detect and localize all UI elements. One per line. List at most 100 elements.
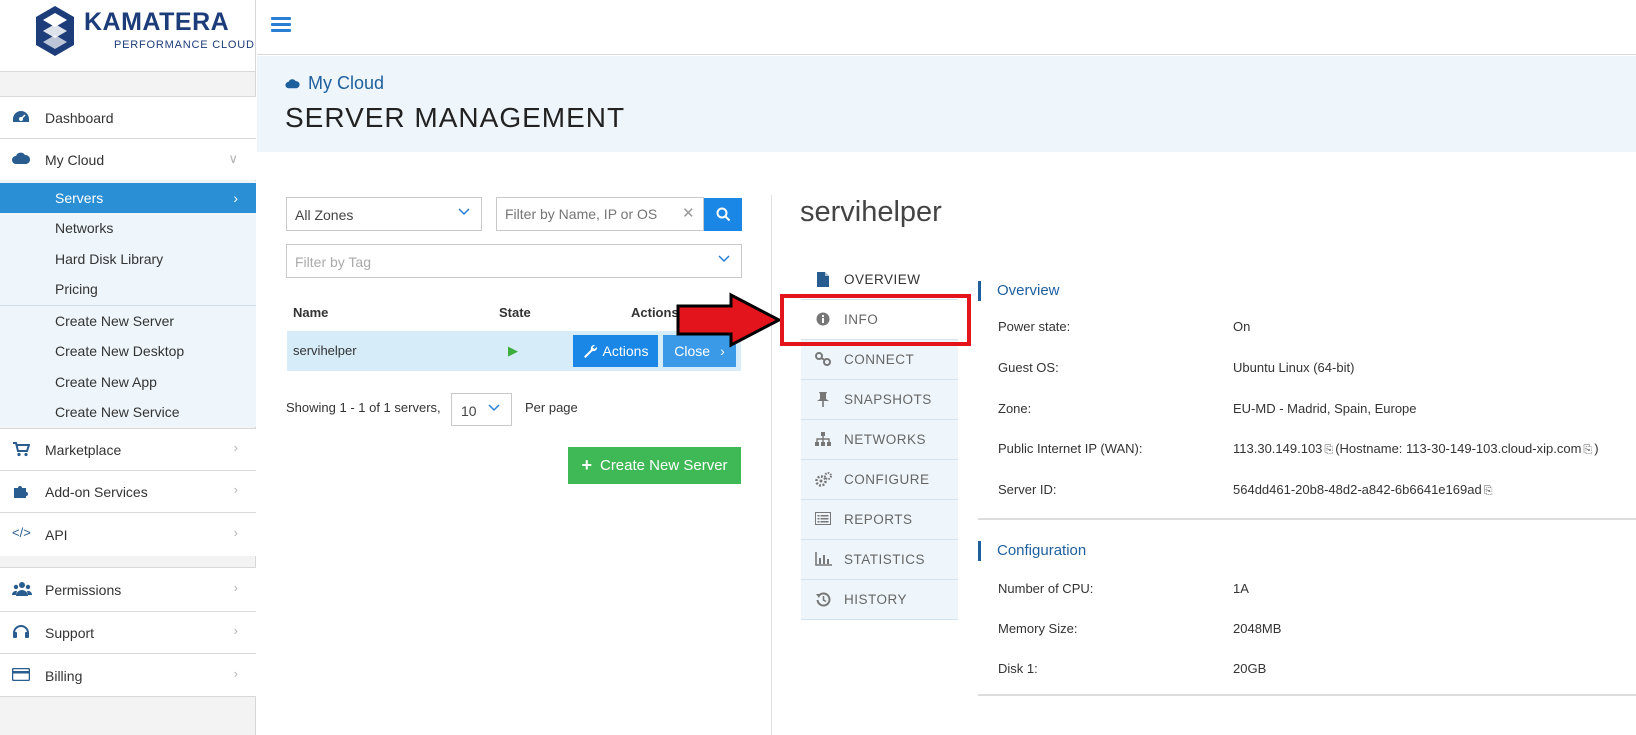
cart-icon — [12, 441, 31, 460]
sidebar-item-hard-disk-library[interactable]: Hard Disk Library — [0, 244, 256, 274]
tab-label: CONFIGURE — [844, 472, 930, 487]
divider — [978, 694, 1636, 696]
running-state-icon: ▶ — [508, 343, 518, 358]
sidebar-item-label: Marketplace — [45, 442, 122, 458]
page-title: SERVER MANAGEMENT — [285, 102, 626, 133]
cloud-icon — [285, 76, 300, 92]
copy-icon[interactable]: ⎘ — [1324, 444, 1333, 457]
code-icon: </> — [12, 525, 31, 540]
guest-os-value: Ubuntu Linux (64-bit) — [1233, 360, 1355, 375]
tab-history[interactable]: HISTORY — [801, 580, 958, 620]
sidebar-item-label: Servers — [55, 190, 104, 206]
highlight-box — [780, 294, 971, 346]
tab-label: NETWORKS — [844, 432, 927, 447]
link-icon — [815, 352, 831, 369]
pagination-summary: Showing 1 - 1 of 1 servers, — [286, 400, 441, 415]
sidebar-item-label: My Cloud — [45, 152, 105, 168]
chevron-right-icon: › — [233, 525, 238, 540]
divider — [771, 195, 772, 735]
search-button[interactable] — [704, 198, 742, 231]
per-page-label: Per page — [525, 400, 578, 415]
hamburger-menu-icon[interactable] — [271, 17, 291, 33]
server-id-value: 564dd461-20b8-48d2-a842-6b6641e169ad ⎘ — [1233, 482, 1495, 498]
memory-value: 2048MB — [1233, 621, 1282, 636]
sidebar-item-create-new-app[interactable]: Create New App — [0, 367, 256, 397]
copy-icon[interactable]: ⎘ — [1583, 444, 1592, 457]
sidebar-item-billing[interactable]: Billing › — [0, 653, 256, 697]
breadcrumb[interactable]: My Cloud — [285, 73, 384, 94]
tab-statistics[interactable]: STATISTICS — [801, 540, 958, 580]
sidebar-item-dashboard[interactable]: Dashboard — [0, 96, 256, 138]
sidebar-item-label: Pricing — [55, 281, 98, 297]
sidebar-item-label: Create New App — [55, 374, 157, 390]
tab-configure[interactable]: CONFIGURE — [801, 460, 958, 500]
zone-value: EU-MD - Madrid, Spain, Europe — [1233, 401, 1417, 416]
sidebar-item-add-on-services[interactable]: Add-on Services › — [0, 470, 256, 512]
sidebar-item-label: Create New Server — [55, 313, 175, 329]
sidebar-item-networks[interactable]: Networks — [0, 213, 256, 243]
sidebar-item-label: Dashboard — [45, 110, 114, 126]
column-header-actions: Actions — [631, 305, 679, 320]
chevron-right-icon: › — [233, 440, 238, 455]
tab-label: OVERVIEW — [844, 272, 921, 287]
search-input[interactable] — [496, 197, 704, 231]
my-cloud-submenu: Servers › Networks Hard Disk Library Pri… — [0, 181, 256, 427]
table-row[interactable]: servihelper ▶ Actions Close › — [287, 331, 741, 371]
credit-card-icon — [11, 667, 31, 684]
sidebar-item-create-new-server[interactable]: Create New Server — [0, 306, 256, 336]
headset-icon — [12, 623, 30, 643]
sidebar-item-marketplace[interactable]: Marketplace › — [0, 428, 256, 470]
server-name-cell: servihelper — [293, 343, 357, 358]
hostname-prefix: (Hostname: — [1335, 441, 1403, 456]
server-id: 564dd461-20b8-48d2-a842-6b6641e169ad — [1233, 482, 1482, 497]
pin-icon — [815, 392, 831, 410]
per-page-select[interactable]: 10 — [451, 393, 512, 426]
sidebar-item-create-new-desktop[interactable]: Create New Desktop — [0, 336, 256, 366]
copy-icon[interactable]: ⎘ — [1484, 485, 1493, 498]
document-icon — [815, 272, 831, 290]
ip-address: 113.30.149.103 — [1233, 441, 1323, 456]
tag-filter-select[interactable]: Filter by Tag — [286, 244, 742, 278]
tab-label: REPORTS — [844, 512, 913, 527]
disk-value: 20GB — [1233, 661, 1267, 676]
sidebar-item-my-cloud[interactable]: My Cloud ∨ — [0, 138, 256, 180]
tab-networks[interactable]: NETWORKS — [801, 420, 958, 460]
cpu-label: Number of CPU: — [998, 581, 1094, 596]
brand-name: KAMATERA — [84, 8, 230, 36]
sidebar-item-create-new-service[interactable]: Create New Service — [0, 397, 256, 427]
tab-snapshots[interactable]: SNAPSHOTS — [801, 380, 958, 420]
sidebar-item-label: API — [45, 527, 68, 543]
overview-heading: Overview — [978, 281, 1060, 301]
chevron-right-icon: › — [233, 623, 238, 638]
chevron-right-icon: › — [233, 190, 238, 206]
chevron-right-icon: › — [233, 482, 238, 497]
tab-connect[interactable]: CONNECT — [801, 340, 958, 380]
column-header-name: Name — [293, 305, 329, 320]
plus-icon: + — [581, 455, 592, 475]
server-name-heading: servihelper — [800, 196, 942, 228]
guest-os-label: Guest OS: — [998, 360, 1059, 375]
sidebar-item-servers[interactable]: Servers › — [0, 183, 256, 213]
create-new-server-label: Create New Server — [599, 457, 728, 474]
sidebar-item-api[interactable]: </> API › — [0, 512, 256, 556]
clear-icon[interactable]: ✕ — [682, 204, 695, 222]
chevron-right-icon: › — [233, 580, 238, 595]
list-alt-icon — [815, 512, 831, 528]
bar-chart-icon — [815, 552, 832, 569]
tab-reports[interactable]: REPORTS — [801, 500, 958, 540]
chevron-down-icon — [487, 400, 501, 417]
zone-select[interactable]: All Zones — [286, 197, 482, 231]
kamatera-logo-icon — [36, 6, 74, 56]
actions-button[interactable]: Actions — [573, 335, 658, 367]
sidebar-item-support[interactable]: Support › — [0, 611, 256, 653]
top-bar — [257, 0, 1636, 55]
sidebar-item-pricing[interactable]: Pricing — [0, 274, 256, 304]
create-new-server-button[interactable]: + Create New Server — [568, 447, 741, 484]
sidebar-item-permissions[interactable]: Permissions › — [0, 567, 256, 611]
tab-label: CONNECT — [844, 352, 915, 367]
red-arrow-annotation — [676, 292, 783, 348]
power-state-value: On — [1233, 319, 1251, 334]
public-ip-label: Public Internet IP (WAN): — [998, 441, 1143, 456]
sidebar-item-label: Support — [45, 625, 95, 641]
logo[interactable]: KAMATERA PERFORMANCE CLOUD — [0, 0, 255, 72]
